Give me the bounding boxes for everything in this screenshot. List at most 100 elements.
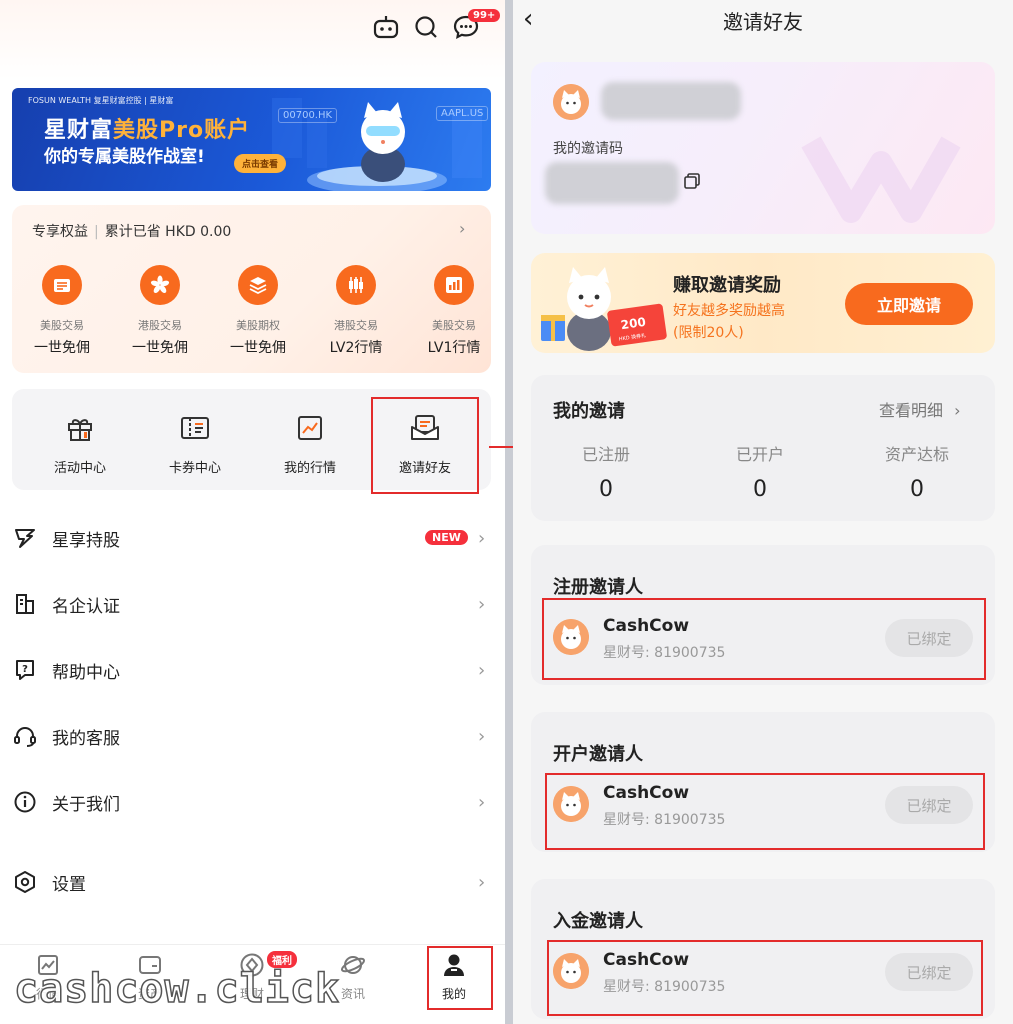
highlight-box [427,946,493,1010]
banner-title: 星财富美股Pro账户 [44,112,250,144]
banner-view-button[interactable]: 点击查看 [234,154,287,173]
highlight-box [371,397,479,494]
benefit-line2: 一世免佣 [132,340,188,356]
benefits-saved: 累计已省 HKD 0.00 [104,224,232,240]
candlestick-icon [336,265,376,305]
chevron-right-icon: › [478,659,486,681]
ticket-icon [178,411,212,445]
options-icon [238,265,278,305]
benefit-line2: 一世免佣 [230,340,286,356]
highlight-box [545,773,985,850]
benefits-header: 专享权益 | 累计已省 HKD 0.00 [32,224,232,240]
menu-item-about-us[interactable]: 关于我们 › [0,782,505,822]
us-stock-icon [42,265,82,305]
quick-action-coupon-center[interactable]: 卡券中心 [147,411,243,476]
left-screen: 99+ FOSUN WEALTH 复星财富控股 | 星财富 星财富美股Pro账户… [0,0,505,1024]
menu-item-customer-service[interactable]: 我的客服 › [0,716,505,756]
stat-registered: 已注册 0 [551,441,661,502]
reward-mascot-image: 200 HKD 换券礼 [541,267,667,351]
invite-code-label: 我的邀请码 [553,141,623,157]
svg-text:?: ? [22,664,28,675]
benefit-line2: 一世免佣 [34,340,90,356]
avatar [553,84,589,120]
chevron-right-icon: › [478,871,486,893]
right-screen: ‹ 邀请好友 我的邀请码 200 HKD 换券礼 赚取邀请奖励 好友越多奖励越高… [513,0,1013,1024]
new-badge: NEW [425,530,468,545]
my-invite-title: 我的邀请 [553,401,625,422]
inviter-card-title: 注册邀请人 [553,577,643,598]
chevron-right-icon: › [478,725,486,747]
menu-label: 设置 [52,874,86,895]
redacted-username [601,82,741,120]
promo-banner[interactable]: FOSUN WEALTH 复星财富控股 | 星财富 星财富美股Pro账户 你的专… [12,88,491,191]
banner-ticker: 00700.HK [278,108,338,123]
stat-value: 0 [910,477,924,502]
stat-label: 已开户 [735,445,784,464]
watermark: cashcow.click [13,965,341,1013]
banner-ticker: AAPL.US [436,106,489,121]
stat-label: 已注册 [581,445,630,464]
benefits-label: 专享权益 [32,224,88,240]
page-title: 邀请好友 [723,10,803,34]
company-icon [12,591,38,617]
redacted-invite-code [545,162,679,204]
mascot-cat-image [361,102,405,182]
invite-now-button[interactable]: 立即邀请 [845,283,973,325]
benefit-line1: 美股期权 [236,319,280,332]
divider [505,0,513,1024]
benefit-line1: 港股交易 [138,319,182,332]
reward-card[interactable]: 200 HKD 换券礼 赚取邀请奖励 好友越多奖励越高 (限制20人) 立即邀请 [531,253,995,353]
help-icon: ? [12,657,38,683]
chevron-right-icon: › [954,401,961,420]
bar-chart-icon [434,265,474,305]
gift-icon [63,411,97,445]
benefit-line1: 美股交易 [432,319,476,332]
headset-icon [12,723,38,749]
benefit-line2: LV2行情 [329,340,383,356]
benefit-item[interactable]: 美股交易 LV1行情 [406,265,502,357]
card-decoration [801,136,961,223]
chevron-right-icon[interactable]: › [459,219,465,238]
highlight-box [547,940,983,1016]
menu-label: 帮助中心 [52,662,120,683]
view-details-label: 查看明细 [879,401,944,420]
stat-label: 资产达标 [884,445,949,464]
view-details-link[interactable]: 查看明细 › [879,397,961,421]
menu-item-help-center[interactable]: ? 帮助中心 › [0,650,505,690]
page-header: ‹ 邀请好友 [513,0,1013,40]
quick-action-label: 我的行情 [283,461,336,476]
benefit-item[interactable]: 港股交易 LV2行情 [308,265,404,357]
chevron-right-icon: › [478,527,486,549]
highlight-box [542,598,986,680]
stat-value: 0 [599,477,613,502]
benefit-line1: 港股交易 [334,319,378,332]
banner-title-highlight: 美股Pro账户 [113,118,251,143]
benefit-item[interactable]: 美股交易 一世免佣 [14,265,110,357]
quick-action-my-market[interactable]: 我的行情 [262,411,358,476]
inviter-card-title: 开户邀请人 [553,744,643,765]
planet-icon [339,951,367,979]
inviter-card-title: 入金邀请人 [553,911,643,932]
my-invite-card: 我的邀请 查看明细 › 已注册 0 已开户 0 资产达标 0 [531,375,995,521]
copy-icon[interactable] [683,172,701,190]
menu-label: 名企认证 [52,596,120,617]
menu-label: 我的客服 [52,728,120,749]
star-holding-icon [12,525,38,551]
benefit-line1: 美股交易 [40,319,84,332]
banner-title-prefix: 星财富 [44,118,114,143]
quick-action-activity-center[interactable]: 活动中心 [32,411,128,476]
stat-assets-qualified: 资产达标 0 [862,441,972,502]
menu-item-settings[interactable]: 设置 › [0,862,505,902]
stat-value: 0 [753,477,767,502]
search-icon[interactable] [411,12,441,42]
reward-title: 赚取邀请奖励 [673,275,781,296]
benefits-card[interactable]: 专享权益 | 累计已省 HKD 0.00 › 美股交易 一世免佣 港股交易 一世免佣… [12,205,491,373]
quick-action-label: 卡券中心 [168,461,221,476]
message-badge: 99+ [468,9,501,22]
info-icon [12,789,38,815]
robot-icon[interactable] [371,12,401,42]
benefit-item[interactable]: 港股交易 一世免佣 [112,265,208,357]
benefit-item[interactable]: 美股期权 一世免佣 [210,265,306,357]
stat-opened: 已开户 0 [705,441,815,502]
menu-item-company-cert[interactable]: 名企认证 › [0,584,505,624]
